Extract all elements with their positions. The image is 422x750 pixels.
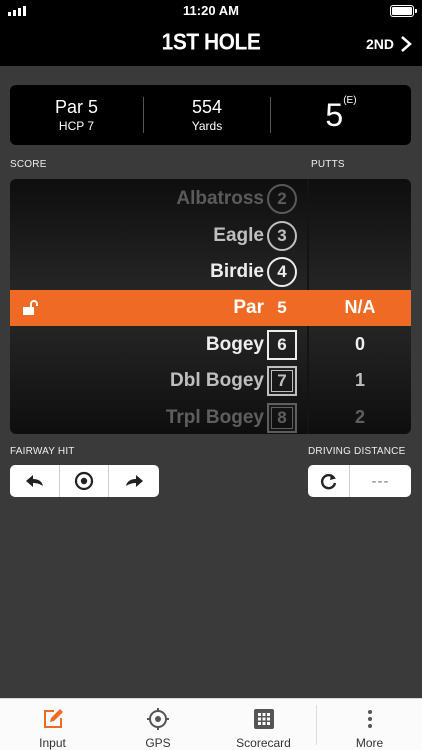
score-row-eagle[interactable]: Eagle 3 bbox=[10, 218, 411, 254]
score-number: 6 bbox=[267, 330, 297, 360]
driving-distance-value: --- bbox=[371, 472, 390, 490]
yards-label: Yards bbox=[191, 119, 223, 133]
grid-icon bbox=[253, 709, 274, 729]
score-name: Par bbox=[233, 297, 264, 318]
putts-value: 2 bbox=[354, 407, 365, 427]
score-value: 5 bbox=[325, 97, 344, 133]
score-picker[interactable]: Albatross 2 Eagle 3 Birdie 4 Par 5 N/A B… bbox=[10, 179, 411, 434]
score-row-bogey[interactable]: Bogey 6 0 bbox=[10, 327, 411, 363]
score-number: 4 bbox=[267, 257, 297, 287]
tab-label: GPS bbox=[145, 736, 171, 750]
tab-label: More bbox=[355, 736, 384, 750]
score-row-par-selected[interactable]: Par 5 N/A bbox=[10, 290, 411, 326]
tab-scorecard[interactable]: Scorecard bbox=[211, 699, 316, 750]
chevron-right-icon bbox=[401, 36, 412, 52]
score-name: Birdie bbox=[210, 261, 264, 282]
status-bar: 11:20 AM bbox=[0, 0, 422, 22]
driving-distance-control: --- bbox=[308, 465, 411, 497]
fairway-hit-label: FAIRWAY HIT bbox=[10, 446, 75, 457]
arrow-right-icon bbox=[126, 475, 143, 487]
yards-value: 554 bbox=[191, 97, 223, 117]
putts-value: 1 bbox=[354, 370, 365, 390]
edit-icon bbox=[43, 709, 63, 728]
next-hole-button[interactable]: 2ND bbox=[366, 31, 412, 57]
tab-label: Input bbox=[39, 736, 66, 750]
score-cell: 5(E) bbox=[271, 85, 411, 145]
score-row-birdie[interactable]: Birdie 4 bbox=[10, 254, 411, 290]
tab-input[interactable]: Input bbox=[0, 699, 105, 750]
score-number: 8 bbox=[267, 403, 297, 433]
hole-info-card: Par 5 HCP 7 554 Yards 5(E) bbox=[10, 85, 411, 145]
tab-bar: Input GPS Scorecard More bbox=[0, 698, 422, 750]
score-row-albatross[interactable]: Albatross 2 bbox=[10, 181, 411, 217]
fairway-hit-button[interactable] bbox=[60, 465, 109, 497]
score-name: Bogey bbox=[205, 334, 264, 355]
refresh-icon bbox=[320, 473, 336, 490]
nav-bar: 1ST HOLE 2ND bbox=[0, 22, 422, 66]
score-name: Eagle bbox=[213, 225, 264, 246]
par-cell: Par 5 HCP 7 bbox=[10, 85, 143, 145]
more-vertical-icon bbox=[367, 710, 372, 728]
hcp-value: HCP 7 bbox=[58, 119, 95, 133]
tab-gps[interactable]: GPS bbox=[105, 699, 211, 750]
driving-distance-field[interactable]: --- bbox=[350, 465, 411, 497]
status-time: 11:20 AM bbox=[183, 3, 239, 18]
arrow-left-icon bbox=[25, 475, 43, 487]
score-row-double-bogey[interactable]: Dbl Bogey 7 1 bbox=[10, 363, 411, 399]
score-number: 2 bbox=[267, 184, 297, 214]
score-number: 3 bbox=[267, 221, 297, 251]
par-value: Par 5 bbox=[54, 97, 99, 117]
score-number: 5 bbox=[277, 298, 287, 317]
score-name: Dbl Bogey bbox=[170, 370, 264, 391]
putts-value: 0 bbox=[354, 334, 365, 354]
score-name: Trpl Bogey bbox=[165, 407, 264, 428]
score-number: 7 bbox=[267, 366, 297, 396]
next-hole-label: 2ND bbox=[365, 36, 394, 52]
fairway-left-button[interactable] bbox=[10, 465, 60, 497]
putts-value: N/A bbox=[344, 297, 376, 317]
hole-title: 1ST HOLE bbox=[161, 29, 261, 56]
score-row-triple-bogey[interactable]: Trpl Bogey 8 2 bbox=[10, 400, 411, 434]
tab-more[interactable]: More bbox=[317, 699, 422, 750]
score-relative: (E) bbox=[343, 95, 357, 106]
battery-icon bbox=[390, 5, 417, 17]
score-label: SCORE bbox=[10, 159, 47, 170]
unlock-icon[interactable] bbox=[22, 300, 42, 316]
score-name: Albatross bbox=[176, 188, 264, 209]
tab-label: Scorecard bbox=[236, 736, 291, 750]
fairway-right-button[interactable] bbox=[109, 465, 159, 497]
driving-distance-refresh-button[interactable] bbox=[308, 465, 350, 497]
yards-cell: 554 Yards bbox=[144, 85, 270, 145]
target-icon bbox=[74, 471, 94, 491]
crosshair-icon bbox=[147, 708, 169, 730]
driving-distance-label: DRIVING DISTANCE bbox=[308, 446, 406, 457]
putts-label: PUTTS bbox=[311, 159, 345, 170]
fairway-hit-control bbox=[10, 465, 159, 497]
